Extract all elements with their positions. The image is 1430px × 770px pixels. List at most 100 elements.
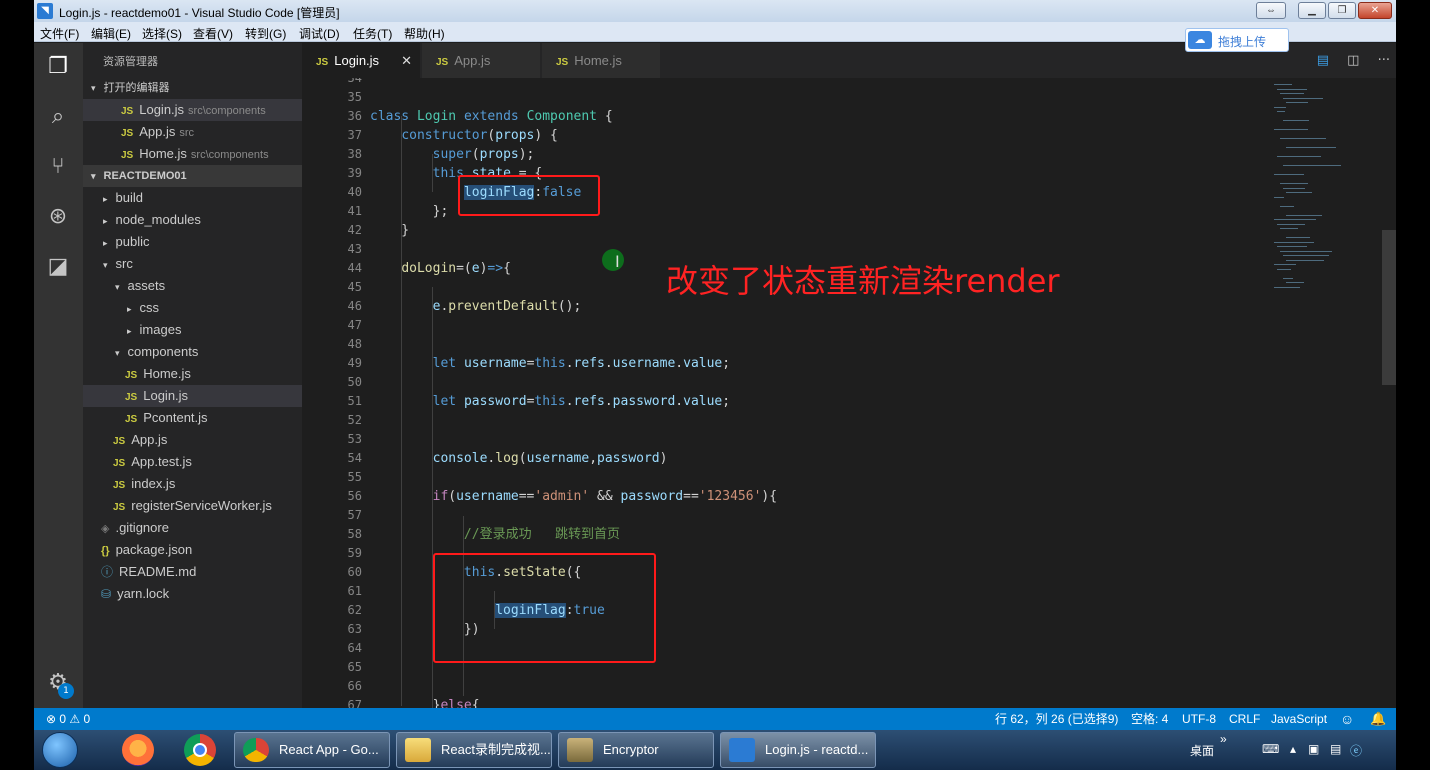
tree-folder-build[interactable]: ▸ build: [103, 187, 143, 209]
close-button[interactable]: ✕: [1358, 2, 1392, 19]
tree-folder-src[interactable]: ▾ src: [103, 253, 133, 275]
clipboard-icon[interactable]: ▣: [1308, 742, 1319, 756]
minimap[interactable]: [1262, 78, 1382, 708]
tree-file-package-json[interactable]: {} package.json: [101, 539, 192, 561]
line-number: 54: [347, 451, 362, 465]
taskbar-folder-video[interactable]: React录制完成视...: [396, 732, 552, 768]
line-number: 67: [347, 698, 362, 708]
files-icon[interactable]: ❐: [44, 53, 72, 81]
network-icon[interactable]: ▤: [1330, 742, 1341, 756]
menu-debug[interactable]: 调试(D): [299, 25, 340, 42]
menu-view[interactable]: 查看(V): [193, 25, 233, 42]
keyboard-icon[interactable]: ⌨: [1262, 742, 1279, 756]
code-line-67: }else{: [370, 698, 480, 708]
open-editor-path: src: [179, 127, 195, 139]
code-line-37: constructor(props) {: [401, 128, 558, 143]
menu-tasks[interactable]: 任务(T): [353, 25, 392, 42]
tree-folder-assets[interactable]: ▾ assets: [115, 275, 165, 297]
line-number: 65: [347, 660, 362, 674]
line-number: 39: [347, 166, 362, 180]
tray-arrow-icon[interactable]: ▴: [1290, 742, 1296, 756]
split-editor-icon[interactable]: ◫: [1347, 53, 1359, 68]
open-preview-icon[interactable]: ▤: [1317, 53, 1329, 68]
tab-app[interactable]: JS App.js: [422, 43, 540, 78]
restore-other-button[interactable]: ⇔: [1256, 2, 1286, 19]
minimap-line: [1277, 246, 1307, 247]
project-header[interactable]: ▾ REACTDEMO01: [83, 165, 302, 187]
taskbar-chrome-react-app[interactable]: React App - Go...: [234, 732, 390, 768]
code-line-38: super(props);: [432, 147, 535, 162]
tree-file-index[interactable]: JS index.js: [113, 473, 175, 495]
language-mode[interactable]: JavaScript: [1271, 708, 1327, 730]
open-editors-header[interactable]: ▾ 打开的编辑器: [83, 77, 302, 99]
more-actions-icon[interactable]: ···: [1378, 53, 1390, 68]
window-title: Login.js - reactdemo01 - Visual Studio C…: [59, 6, 340, 20]
close-icon[interactable]: ✕: [401, 43, 412, 78]
tree-file-app[interactable]: JS App.js: [113, 429, 167, 451]
cursor-position[interactable]: 行 62，列 26 (已选择9): [995, 708, 1118, 730]
menu-file[interactable]: 文件(F): [40, 25, 79, 42]
tree-label: App.test.js: [131, 454, 192, 469]
explorer-title: 资源管理器: [103, 56, 158, 68]
open-editor-name: App.js: [139, 124, 176, 139]
open-editor-item[interactable]: JS Login.js src\components: [83, 99, 302, 121]
chevron-down-icon: ▾: [115, 282, 120, 292]
tree-file-yarn-lock[interactable]: ⛁ yarn.lock: [101, 583, 169, 605]
extensions-icon[interactable]: ◪: [44, 253, 72, 281]
folder-icon: [405, 738, 431, 762]
line-number: 45: [347, 280, 362, 294]
search-icon[interactable]: ⌕: [44, 103, 72, 131]
bell-icon[interactable]: 🔔: [1370, 708, 1386, 730]
menu-help[interactable]: 帮助(H): [404, 25, 445, 42]
maximize-button[interactable]: ❐: [1328, 2, 1356, 19]
tree-file-pcontent[interactable]: JS Pcontent.js: [125, 407, 208, 429]
menu-edit[interactable]: 编辑(E): [91, 25, 131, 42]
ie-icon[interactable]: ⓔ: [1350, 742, 1362, 759]
open-editor-item[interactable]: JS App.js src: [83, 121, 194, 143]
tree-file-service-worker[interactable]: JS registerServiceWorker.js: [113, 495, 272, 517]
minimap-line: [1283, 97, 1323, 99]
indentation[interactable]: 空格: 4: [1131, 708, 1168, 730]
tree-folder-node-modules[interactable]: ▸ node_modules: [103, 209, 201, 231]
menu-selection[interactable]: 选择(S): [142, 25, 182, 42]
chrome-icon: [243, 738, 269, 762]
desktop-toolbar-label[interactable]: 桌面: [1190, 742, 1214, 759]
firefox-icon[interactable]: [122, 734, 154, 766]
tree-file-login[interactable]: JS Login.js: [83, 385, 302, 407]
encoding[interactable]: UTF-8: [1182, 708, 1216, 730]
line-number: 58: [347, 527, 362, 541]
tree-folder-images[interactable]: ▸ images: [127, 319, 181, 341]
source-control-icon[interactable]: ⑂: [44, 153, 72, 181]
editor-scrollbar[interactable]: [1382, 230, 1396, 385]
tree-folder-public[interactable]: ▸ public: [103, 231, 150, 253]
code-line-49: let username=this.refs.username.value;: [432, 356, 731, 371]
code-line-44: doLogin=(e)=>{: [401, 261, 511, 276]
tree-file-app-test[interactable]: JS App.test.js: [113, 451, 192, 473]
taskbar-encryptor[interactable]: Encryptor: [558, 732, 714, 768]
minimap-line: [1283, 187, 1305, 189]
tree-folder-css[interactable]: ▸ css: [127, 297, 159, 319]
tab-login[interactable]: JS Login.js ✕: [302, 43, 420, 78]
open-editor-item[interactable]: JS Home.js src\components: [83, 143, 269, 165]
js-file-icon: JS: [113, 502, 126, 513]
minimap-line: [1280, 93, 1304, 94]
tree-file-home[interactable]: JS Home.js: [125, 363, 191, 385]
tray-expand-icon[interactable]: »: [1220, 732, 1227, 746]
tree-folder-components[interactable]: ▾ components: [115, 341, 198, 363]
upload-widget[interactable]: ☁ 拖拽上传: [1185, 28, 1289, 52]
line-number: 50: [347, 375, 362, 389]
taskbar-vscode[interactable]: Login.js - reactd...: [720, 732, 876, 768]
tab-home[interactable]: JS Home.js: [542, 43, 660, 78]
start-button[interactable]: [42, 732, 78, 768]
tree-file-gitignore[interactable]: ◈ .gitignore: [101, 517, 169, 539]
tree-file-readme[interactable]: ⓘ README.md: [101, 561, 196, 583]
debug-icon[interactable]: ⊛: [44, 203, 72, 231]
minimize-button[interactable]: ▁: [1298, 2, 1326, 19]
cloud-icon: ☁: [1188, 31, 1212, 49]
line-endings[interactable]: CRLF: [1229, 708, 1260, 730]
smiley-icon[interactable]: ☺: [1340, 708, 1354, 730]
chrome-icon[interactable]: [184, 734, 216, 766]
tree-label: node_modules: [115, 212, 201, 227]
menu-goto[interactable]: 转到(G): [245, 25, 286, 42]
problems-indicator[interactable]: ⊗ 0 ⚠ 0: [46, 708, 90, 730]
